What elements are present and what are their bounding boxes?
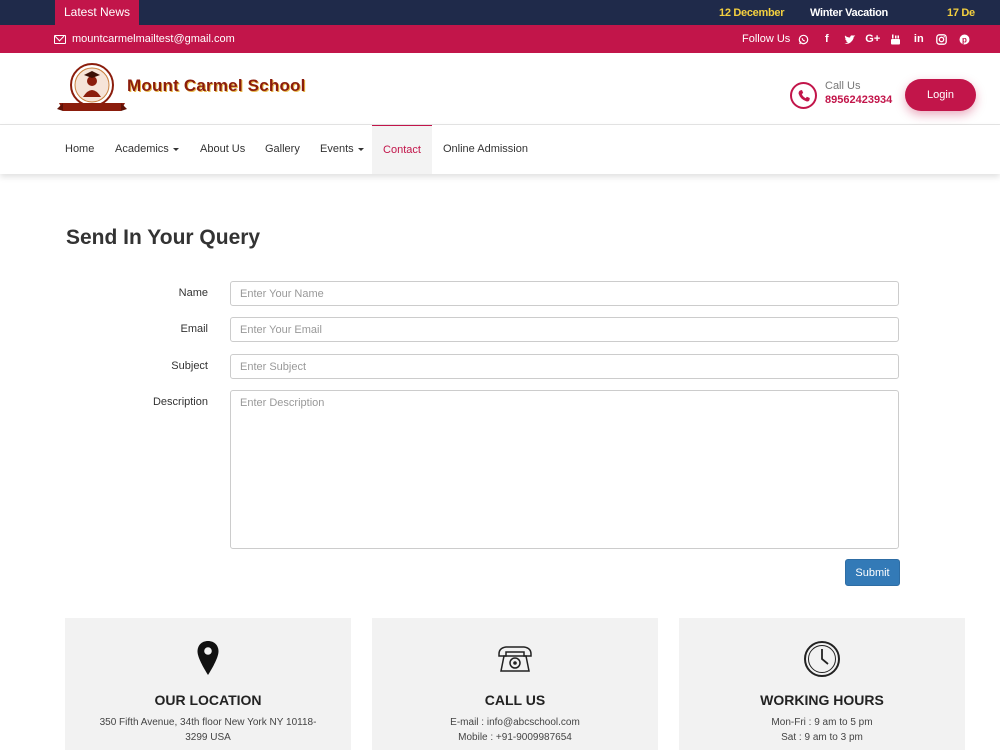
- phone-icon: [790, 82, 817, 109]
- login-button[interactable]: Login: [905, 79, 976, 111]
- whatsapp-icon[interactable]: [792, 26, 815, 54]
- latest-news-label: Latest News: [55, 0, 139, 25]
- nav-item-gallery[interactable]: Gallery: [265, 125, 300, 174]
- ticker-date[interactable]: 12 December: [719, 0, 784, 25]
- name-label: Name: [178, 287, 208, 299]
- dropdown-caret-icon: [357, 147, 364, 151]
- nav-item-label: Gallery: [265, 143, 300, 155]
- card-title: CALL US: [484, 692, 546, 708]
- location-card: OUR LOCATION 350 Fifth Avenue, 34th floo…: [65, 618, 351, 750]
- email-address[interactable]: mountcarmelmailtest@gmail.com: [72, 25, 235, 54]
- school-name[interactable]: Mount Carmel School: [127, 76, 306, 96]
- card-address-line: 350 Fifth Avenue, 34th floor New York NY…: [99, 717, 317, 728]
- card-title: WORKING HOURS: [760, 692, 884, 708]
- working-hours-card: WORKING HOURS Mon-Fri : 9 am to 5 pm Sat…: [679, 618, 965, 750]
- description-label: Description: [152, 396, 208, 408]
- card-email-line[interactable]: E-mail : info@abcschool.com: [372, 717, 658, 728]
- social-links: Follow Us f G+ in p: [742, 25, 976, 54]
- card-hours-line: Sat : 9 am to 3 pm: [781, 732, 863, 743]
- submit-button[interactable]: Submit: [845, 559, 900, 586]
- school-logo-icon[interactable]: [57, 61, 127, 117]
- card-mobile-line[interactable]: Mobile : +91-9009987654: [372, 732, 658, 743]
- instagram-icon[interactable]: [930, 26, 953, 54]
- nav-item-label: Contact: [383, 144, 421, 156]
- nav-item-online-admission[interactable]: Online Admission: [443, 125, 528, 174]
- nav-item-label: Home: [65, 143, 95, 155]
- nav-item-label: About Us: [200, 143, 246, 155]
- email-label: Email: [180, 323, 208, 335]
- nav-item-label: Academics: [115, 143, 169, 155]
- envelope-icon: [54, 35, 66, 44]
- twitter-icon[interactable]: [838, 26, 861, 54]
- email-contact[interactable]: mountcarmelmailtest@gmail.com: [54, 25, 235, 54]
- site-header: Mount Carmel School Call Us 89562423934 …: [0, 53, 1000, 125]
- subject-field[interactable]: [230, 354, 899, 379]
- svg-text:p: p: [962, 35, 967, 44]
- telephone-icon: [372, 640, 658, 678]
- nav-item-home[interactable]: Home: [65, 125, 94, 174]
- nav-item-contact[interactable]: Contact: [372, 125, 432, 174]
- facebook-icon[interactable]: f: [815, 26, 838, 54]
- description-field[interactable]: [230, 390, 899, 549]
- page-title: Send In Your Query: [66, 226, 261, 249]
- linkedin-icon[interactable]: in: [907, 26, 930, 54]
- card-hours-line: Mon-Fri : 9 am to 5 pm: [771, 717, 873, 728]
- google-plus-icon[interactable]: G+: [861, 26, 884, 54]
- follow-us-label: Follow Us: [742, 33, 791, 45]
- name-field[interactable]: [230, 281, 899, 306]
- nav-item-about-us[interactable]: About Us: [200, 125, 245, 174]
- clock-icon: [679, 640, 965, 678]
- contact-bar: mountcarmelmailtest@gmail.com Follow Us …: [0, 25, 1000, 53]
- nav-item-academics[interactable]: Academics: [115, 125, 179, 174]
- pinterest-icon[interactable]: p: [953, 26, 976, 54]
- card-address-line: 3299 USA: [185, 732, 231, 743]
- email-field[interactable]: [230, 317, 899, 342]
- dropdown-caret-icon: [172, 147, 179, 151]
- nav-item-events[interactable]: Events: [320, 125, 364, 174]
- news-ticker: Latest News 12 December Winter Vacation …: [0, 0, 1000, 25]
- youtube-icon[interactable]: [884, 26, 907, 54]
- nav-item-label: Events: [320, 143, 354, 155]
- main-nav: Home Academics About Us Gallery Events C…: [0, 125, 1000, 174]
- call-us-label: Call Us: [825, 80, 861, 92]
- nav-item-label: Online Admission: [443, 143, 528, 155]
- call-us-number[interactable]: 89562423934: [825, 94, 892, 106]
- call-us-card: CALL US E-mail : info@abcschool.com Mobi…: [372, 618, 658, 750]
- map-pin-icon: [65, 640, 351, 678]
- card-title: OUR LOCATION: [154, 692, 262, 708]
- ticker-date[interactable]: 17 De: [947, 0, 975, 25]
- ticker-headline[interactable]: Winter Vacation: [810, 0, 888, 25]
- subject-label: Subject: [171, 360, 208, 372]
